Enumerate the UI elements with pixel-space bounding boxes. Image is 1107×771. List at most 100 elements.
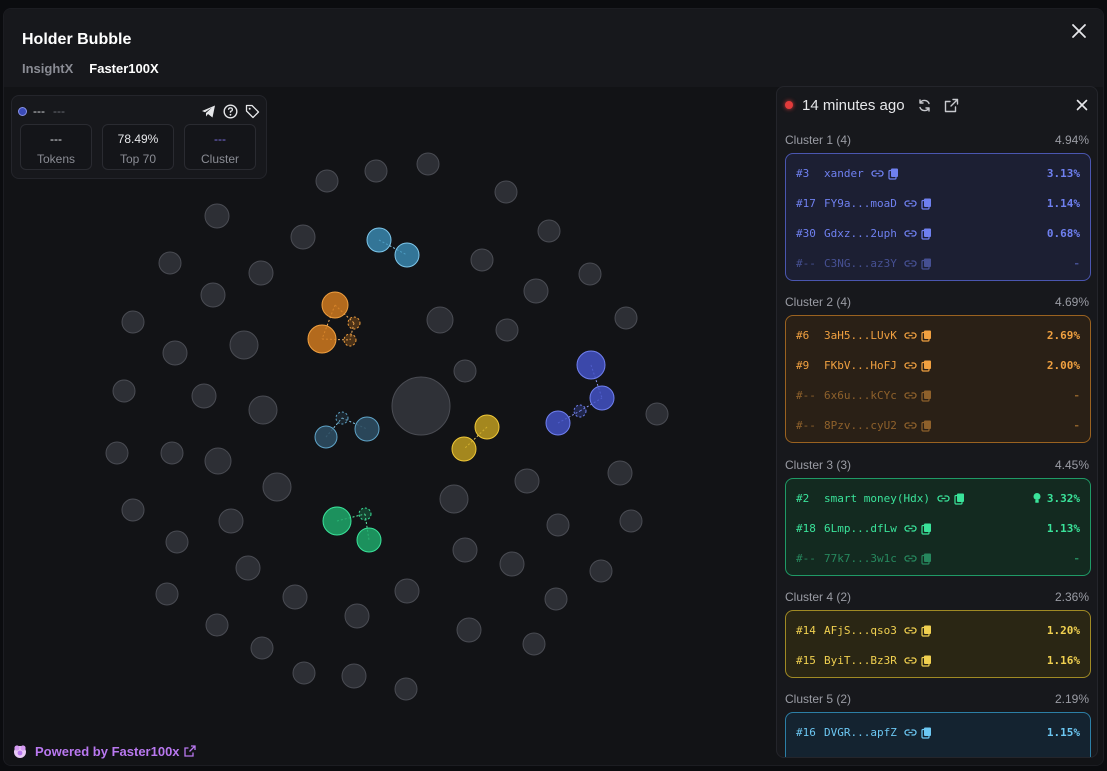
holder-bubble[interactable] — [544, 587, 568, 611]
copy-icon[interactable] — [920, 552, 933, 565]
copy-icon[interactable] — [920, 389, 933, 402]
link-icon[interactable] — [904, 329, 917, 342]
holder-bubble[interactable] — [499, 551, 525, 577]
holder-bubble[interactable] — [426, 306, 454, 334]
tag-icon[interactable] — [245, 104, 260, 119]
holder-row[interactable]: #-- C3NG...az3Y - — [796, 255, 1080, 271]
cluster1-bubble[interactable] — [589, 385, 615, 411]
holder-bubble[interactable] — [121, 310, 145, 334]
holder-row[interactable]: #3 xander 3.13% — [796, 165, 1080, 181]
copy-icon[interactable] — [920, 654, 933, 667]
copy-icon[interactable] — [887, 167, 900, 180]
copy-icon[interactable] — [920, 197, 933, 210]
holder-bubble[interactable] — [589, 559, 613, 583]
holder-bubble[interactable] — [470, 248, 494, 272]
holder-row[interactable]: #-- 8Pzv...cyU2 - — [796, 417, 1080, 433]
copy-icon[interactable] — [920, 624, 933, 637]
cluster5-bubble[interactable] — [366, 227, 392, 253]
cluster1-bubble[interactable] — [545, 410, 571, 436]
link-icon[interactable] — [904, 624, 917, 637]
link-icon[interactable] — [904, 359, 917, 372]
holder-bubble[interactable] — [578, 262, 602, 286]
holder-bubble[interactable] — [546, 513, 570, 537]
cluster2-bubble[interactable] — [347, 316, 361, 330]
copy-icon[interactable] — [920, 329, 933, 342]
holder-bubble[interactable] — [494, 180, 518, 204]
holder-bubble[interactable] — [105, 441, 129, 465]
link-icon[interactable] — [904, 654, 917, 667]
cluster5-bubble[interactable] — [354, 416, 380, 442]
holder-row[interactable]: #-- 6x6u...kCYc - — [796, 387, 1080, 403]
help-icon[interactable] — [223, 103, 238, 119]
cluster5-bubble[interactable] — [335, 411, 349, 425]
link-icon[interactable] — [871, 167, 884, 180]
holder-bubble[interactable] — [453, 359, 477, 383]
copy-icon[interactable] — [953, 492, 966, 505]
holder-bubble[interactable] — [394, 677, 418, 701]
holder-row[interactable]: #16 DVGR...apfZ 1.15% — [796, 724, 1080, 740]
holder-bubble[interactable] — [218, 508, 244, 534]
holder-row[interactable]: #15 ByiT...Bz3R 1.16% — [796, 652, 1080, 668]
holder-bubble[interactable] — [645, 402, 669, 426]
copy-icon[interactable] — [920, 419, 933, 432]
copy-icon[interactable] — [920, 522, 933, 535]
cluster3-bubble[interactable] — [322, 506, 352, 536]
cluster1-bubble[interactable] — [576, 350, 606, 380]
cluster2-bubble[interactable] — [321, 291, 349, 319]
holder-bubble[interactable] — [394, 578, 420, 604]
holder-bubble[interactable] — [205, 613, 229, 637]
link-icon[interactable] — [904, 197, 917, 210]
holder-bubble[interactable] — [160, 441, 184, 465]
holder-bubble[interactable] — [523, 278, 549, 304]
holder-row[interactable]: #14 AFjS...qso3 1.20% — [796, 622, 1080, 638]
holder-bubble[interactable] — [250, 636, 274, 660]
link-icon[interactable] — [904, 552, 917, 565]
cluster4-bubble[interactable] — [451, 436, 477, 462]
holder-bubble[interactable] — [158, 251, 182, 275]
holder-bubble[interactable] — [456, 617, 482, 643]
cluster5-bubble[interactable] — [314, 425, 338, 449]
cluster2-bubble[interactable] — [307, 324, 337, 354]
copy-icon[interactable] — [920, 726, 933, 739]
link-icon[interactable] — [904, 419, 917, 432]
copy-icon[interactable] — [920, 227, 933, 240]
cluster5-bubble[interactable] — [394, 242, 420, 268]
holder-bubble[interactable] — [614, 306, 638, 330]
link-icon[interactable] — [904, 257, 917, 270]
holder-row[interactable]: #30 Gdxz...2uph 0.68% — [796, 225, 1080, 241]
holder-bubble[interactable] — [619, 509, 643, 533]
holder-bubble[interactable] — [191, 383, 217, 409]
holder-bubble[interactable] — [416, 152, 440, 176]
holder-bubble[interactable] — [121, 498, 145, 522]
holder-bubble[interactable] — [204, 447, 232, 475]
copy-icon[interactable] — [920, 359, 933, 372]
cluster2-bubble[interactable] — [343, 333, 357, 347]
holder-bubble[interactable] — [292, 661, 316, 685]
holder-row[interactable]: #17 FY9a...moaD 1.14% — [796, 195, 1080, 211]
holder-bubble[interactable] — [155, 582, 179, 606]
telegram-icon[interactable] — [201, 104, 216, 119]
holder-bubble[interactable] — [315, 169, 339, 193]
holder-bubble[interactable] — [248, 260, 274, 286]
cluster3-bubble[interactable] — [358, 507, 372, 521]
link-icon[interactable] — [937, 492, 950, 505]
holder-bubble[interactable] — [607, 460, 633, 486]
link-icon[interactable] — [904, 227, 917, 240]
pool-bubble[interactable] — [391, 376, 451, 436]
holder-row[interactable]: #6 3aH5...LUvK 2.69% — [796, 327, 1080, 343]
holder-bubble[interactable] — [262, 472, 292, 502]
holder-bubble[interactable] — [522, 632, 546, 656]
holder-bubble[interactable] — [248, 395, 278, 425]
open-external-icon[interactable] — [944, 98, 959, 113]
cluster4-bubble[interactable] — [474, 414, 500, 440]
holder-bubble[interactable] — [165, 530, 189, 554]
copy-icon[interactable] — [920, 257, 933, 270]
holder-bubble[interactable] — [112, 379, 136, 403]
link-icon[interactable] — [904, 726, 917, 739]
link-icon[interactable] — [904, 389, 917, 402]
holder-bubble[interactable] — [162, 340, 188, 366]
holder-bubble[interactable] — [282, 584, 308, 610]
holder-bubble[interactable] — [229, 330, 259, 360]
holder-bubble[interactable] — [200, 282, 226, 308]
holder-bubble[interactable] — [452, 537, 478, 563]
